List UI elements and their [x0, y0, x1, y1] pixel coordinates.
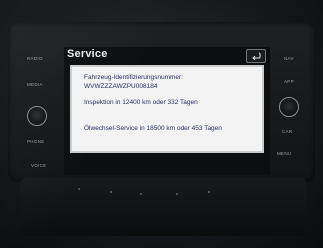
car-button[interactable]: CAR	[282, 129, 292, 134]
app-button[interactable]: APP	[284, 79, 294, 84]
panel-dot	[176, 193, 178, 195]
radio-button[interactable]: RADIO	[27, 56, 43, 61]
panel-dot	[110, 191, 112, 193]
tune-knob[interactable]	[279, 97, 299, 117]
media-button[interactable]: MEDIA	[27, 82, 43, 87]
panel-dot	[208, 191, 210, 193]
menu-button[interactable]: MENU	[277, 151, 291, 156]
back-arrow-icon	[252, 52, 261, 60]
back-button[interactable]	[246, 49, 266, 63]
lower-console-panel	[20, 178, 306, 236]
panel-dot	[78, 188, 80, 190]
vin-value: WVWZZZAWZPU008184	[84, 83, 158, 90]
vin-label: Fahrzeug-Identifizierungsnummer:	[84, 74, 183, 81]
phone-button[interactable]: PHONE	[27, 139, 45, 144]
volume-knob[interactable]	[27, 106, 47, 126]
page-title: Service	[67, 48, 108, 60]
panel-dot	[140, 193, 142, 195]
nav-button[interactable]: NAV	[284, 56, 294, 61]
oil-service-due: Ölwechsel-Service in 18500 km oder 453 T…	[84, 125, 222, 132]
inspection-due: Inspektion in 12400 km oder 332 Tagen	[84, 99, 198, 106]
service-info-box: Fahrzeug-Identifizierungsnummer: WVWZZZA…	[70, 65, 264, 153]
voice-button[interactable]: VOICE	[31, 163, 47, 168]
